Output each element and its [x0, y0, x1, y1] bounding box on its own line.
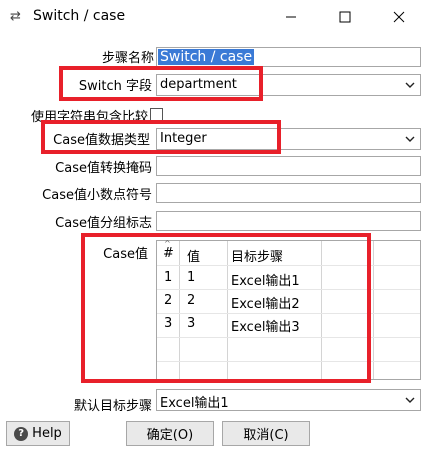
ok-button[interactable]: 确定(O): [126, 421, 214, 446]
ok-button-label: 确定(O): [146, 428, 194, 443]
case-mask-input[interactable]: [156, 156, 421, 176]
maximize-button[interactable]: [330, 4, 360, 30]
window-title: Switch / case: [33, 8, 126, 24]
help-button[interactable]: ? Help: [6, 421, 70, 446]
chevron-down-icon[interactable]: [404, 132, 416, 146]
minimize-button[interactable]: [276, 4, 306, 30]
default-target-label: 默认目标步骤: [73, 399, 152, 414]
help-icon: ?: [14, 426, 29, 441]
cancel-button-label: 取消(C): [243, 428, 289, 443]
case-decimal-input[interactable]: [156, 183, 421, 203]
close-icon: [393, 11, 405, 23]
chevron-down-icon[interactable]: [404, 393, 416, 407]
cancel-button[interactable]: 取消(C): [222, 421, 310, 446]
step-name-input[interactable]: Switch / case: [156, 47, 421, 67]
title-bar: ⇄ Switch / case: [0, 0, 428, 34]
step-name-value: Switch / case: [158, 49, 255, 65]
close-button[interactable]: [384, 4, 414, 30]
help-button-label: Help: [32, 426, 62, 441]
minimize-icon: [286, 16, 296, 18]
default-target-select[interactable]: Excel输出1: [156, 389, 421, 411]
annotation-box-switch-field: [59, 66, 263, 101]
chevron-down-icon[interactable]: [404, 78, 416, 92]
step-name-label: 步骤名称: [101, 51, 154, 66]
annotation-box-case-values: [81, 233, 371, 383]
maximize-icon: [339, 11, 351, 23]
annotation-box-case-type: [41, 120, 281, 154]
default-target-value: Excel输出1: [160, 396, 229, 411]
dialog-window: ⇄ Switch / case 步骤名称 Switch / case Switc…: [0, 0, 428, 453]
case-mask-label: Case值转换掩码: [55, 161, 152, 176]
case-decimal-label: Case值小数点符号: [42, 188, 152, 203]
case-group-input[interactable]: [156, 211, 421, 231]
case-group-label: Case值分组标志: [55, 216, 152, 231]
switch-arrows-icon: ⇄: [10, 9, 21, 24]
